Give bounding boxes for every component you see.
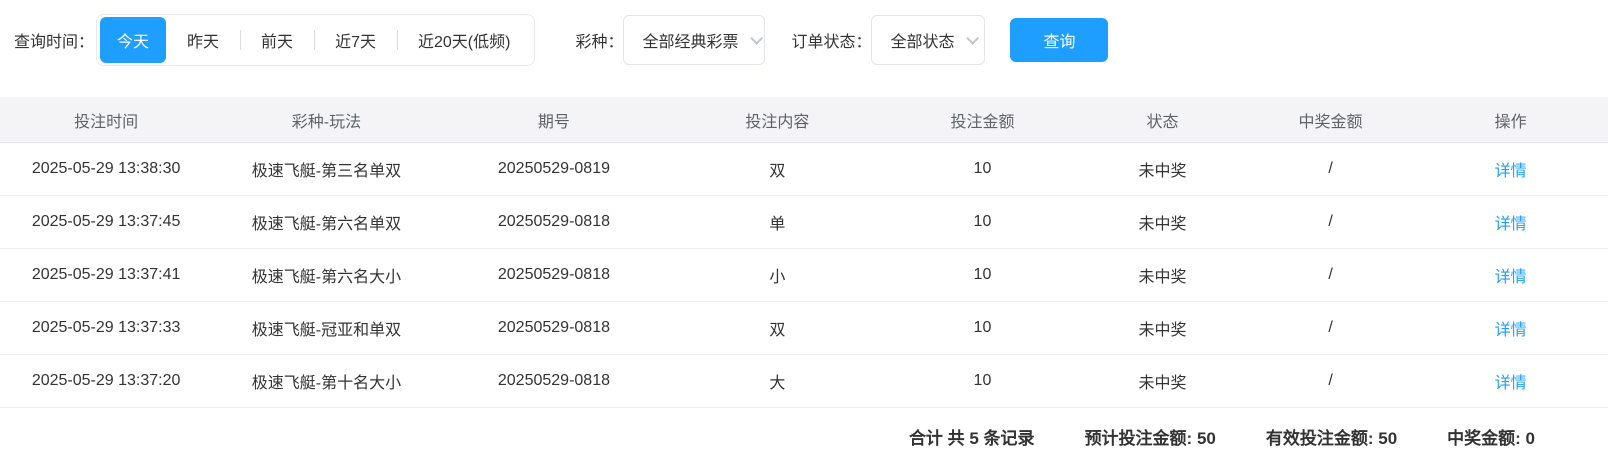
column-header: 投注内容 <box>667 108 887 132</box>
cell-action: 详情 <box>1413 369 1608 393</box>
cell-game: 极速飞艇-第六名大小 <box>212 263 440 287</box>
cell-content: 大 <box>667 369 887 393</box>
table-row: 2025-05-29 13:37:20极速飞艇-第十名大小20250529-08… <box>0 355 1608 408</box>
time-option-0[interactable]: 今天 <box>100 17 166 63</box>
cell-game: 极速飞艇-第三名单双 <box>212 157 440 181</box>
order-status-label: 订单状态： <box>791 28 871 52</box>
table-row: 2025-05-29 13:37:41极速飞艇-第六名大小20250529-08… <box>0 249 1608 302</box>
chevron-down-icon <box>967 32 980 45</box>
cell-issue: 20250529-0818 <box>441 266 668 284</box>
table-body: 2025-05-29 13:38:30极速飞艇-第三名单双20250529-08… <box>0 143 1608 408</box>
cell-game: 极速飞艇-第六名单双 <box>212 210 440 234</box>
cell-status: 未中奖 <box>1077 263 1247 287</box>
cell-content: 双 <box>667 316 887 340</box>
lottery-type-value: 全部经典彩票 <box>642 28 738 52</box>
column-header: 操作 <box>1413 108 1608 132</box>
table-row: 2025-05-29 13:37:45极速飞艇-第六名单双20250529-08… <box>0 196 1608 249</box>
summary-valid-amount: 有效投注金额: 50 <box>1266 424 1397 449</box>
bet-records-table: 投注时间彩种-玩法期号投注内容投注金额状态中奖金额操作 2025-05-29 1… <box>0 97 1608 463</box>
cell-status: 未中奖 <box>1077 157 1247 181</box>
cell-issue: 20250529-0818 <box>441 372 668 390</box>
time-option-4[interactable]: 近20天(低频) <box>397 17 531 63</box>
query-time-label: 查询时间： <box>14 28 94 52</box>
table-row: 2025-05-29 13:37:33极速飞艇-冠亚和单双20250529-08… <box>0 302 1608 355</box>
cell-content: 单 <box>667 210 887 234</box>
cell-game: 极速飞艇-冠亚和单双 <box>212 316 440 340</box>
cell-win: / <box>1248 213 1414 231</box>
cell-content: 双 <box>667 157 887 181</box>
cell-issue: 20250529-0818 <box>441 319 668 337</box>
filter-bar: 查询时间： 今天昨天前天近7天近20天(低频) 彩种： 全部经典彩票 订单状态：… <box>0 0 1608 66</box>
cell-time: 2025-05-29 13:37:33 <box>0 319 212 337</box>
column-header: 期号 <box>441 108 668 132</box>
table-header-row: 投注时间彩种-玩法期号投注内容投注金额状态中奖金额操作 <box>0 97 1608 143</box>
time-option-2[interactable]: 前天 <box>240 17 314 63</box>
cell-status: 未中奖 <box>1077 210 1247 234</box>
cell-time: 2025-05-29 13:37:41 <box>0 266 212 284</box>
query-button[interactable]: 查询 <box>1010 18 1108 62</box>
cell-action: 详情 <box>1413 210 1608 234</box>
detail-link[interactable]: 详情 <box>1495 269 1527 286</box>
cell-status: 未中奖 <box>1077 369 1247 393</box>
cell-amount: 10 <box>888 213 1078 231</box>
cell-time: 2025-05-29 13:37:20 <box>0 372 212 390</box>
time-range-button-group: 今天昨天前天近7天近20天(低频) <box>96 14 535 66</box>
cell-action: 详情 <box>1413 263 1608 287</box>
cell-time: 2025-05-29 13:38:30 <box>0 160 212 178</box>
cell-issue: 20250529-0818 <box>441 213 668 231</box>
summary-total-records: 合计 共 5 条记录 <box>909 424 1035 449</box>
detail-link[interactable]: 详情 <box>1495 163 1527 180</box>
column-header: 彩种-玩法 <box>212 108 440 132</box>
cell-game: 极速飞艇-第十名大小 <box>212 369 440 393</box>
column-header: 状态 <box>1077 108 1247 132</box>
time-option-3[interactable]: 近7天 <box>314 17 397 63</box>
order-status-value: 全部状态 <box>890 28 954 52</box>
column-header: 中奖金额 <box>1248 108 1414 132</box>
cell-amount: 10 <box>888 160 1078 178</box>
cell-issue: 20250529-0819 <box>441 160 668 178</box>
table-row: 2025-05-29 13:38:30极速飞艇-第三名单双20250529-08… <box>0 143 1608 196</box>
cell-win: / <box>1248 372 1414 390</box>
summary-win-amount: 中奖金额: 0 <box>1447 424 1535 449</box>
cell-amount: 10 <box>888 319 1078 337</box>
cell-win: / <box>1248 160 1414 178</box>
cell-amount: 10 <box>888 266 1078 284</box>
summary-bar: 合计 共 5 条记录 预计投注金额: 50 有效投注金额: 50 中奖金额: 0 <box>0 408 1608 463</box>
cell-amount: 10 <box>888 372 1078 390</box>
cell-status: 未中奖 <box>1077 316 1247 340</box>
order-status-select[interactable]: 全部状态 <box>871 15 985 65</box>
lottery-type-select[interactable]: 全部经典彩票 <box>623 15 765 65</box>
column-header: 投注金额 <box>888 108 1078 132</box>
detail-link[interactable]: 详情 <box>1495 322 1527 339</box>
chevron-down-icon <box>751 32 764 45</box>
lottery-type-label: 彩种： <box>575 28 623 52</box>
cell-win: / <box>1248 266 1414 284</box>
summary-expected-amount: 预计投注金额: 50 <box>1085 424 1216 449</box>
detail-link[interactable]: 详情 <box>1495 375 1527 392</box>
detail-link[interactable]: 详情 <box>1495 216 1527 233</box>
time-option-1[interactable]: 昨天 <box>166 17 240 63</box>
cell-win: / <box>1248 319 1414 337</box>
cell-action: 详情 <box>1413 316 1608 340</box>
cell-action: 详情 <box>1413 157 1608 181</box>
cell-content: 小 <box>667 263 887 287</box>
column-header: 投注时间 <box>0 108 212 132</box>
cell-time: 2025-05-29 13:37:45 <box>0 213 212 231</box>
